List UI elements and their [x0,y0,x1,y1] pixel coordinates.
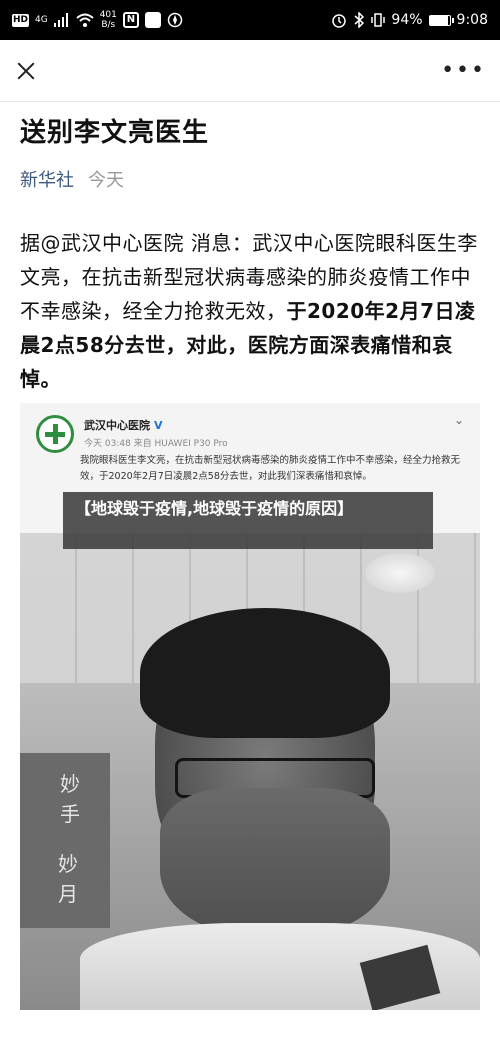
speed-value: 401 [99,10,117,20]
article-time: 今天 [88,170,124,191]
shield-icon [144,12,161,28]
close-button[interactable] [12,56,42,86]
post-account: 武汉中心医院 V [84,417,163,433]
battery-icon [428,14,454,26]
article-body: 据@武汉中心医院 消息：武汉中心医院眼科医生李文亮，在抗击新型冠状病毒感染的肺炎… [20,226,485,396]
wifi-icon [76,13,94,27]
battery-level-fill [429,15,449,25]
article-source[interactable]: 新华社 [20,166,74,192]
top-bar: ••• [0,40,500,102]
article-meta: 新华社 今天 [20,166,124,192]
clock: 9:08 [456,12,488,28]
banner-char: 妙 [58,852,78,876]
vibrate-icon [371,12,386,28]
article-title: 送别李文亮医生 [20,118,210,148]
ceiling-lamp [365,553,435,593]
post-time-device: 今天 03:48 来自 HUAWEI P30 Pro [84,439,228,449]
hospital-logo-icon [36,415,74,453]
hd-icon: HD [12,13,29,27]
battery-percent: 94% [391,12,423,28]
nfc-icon: N [122,12,139,28]
face-mask [160,788,390,938]
headline-overlay[interactable]: 【地球毁于疫情,地球毁于疫情的原因】 [63,492,433,549]
chevron-down-icon: ⌄ [453,413,464,427]
pennant-banner: 妙 手 妙 月 [20,753,110,928]
signal-icon [53,13,70,27]
speed-unit: B/s [101,20,116,30]
person-hair [140,608,390,738]
network-type: 4G [35,14,48,25]
post-text: 我院眼科医生李文亮，在抗击新型冠状病毒感染的肺炎疫情工作中不幸感染，经全力抢救无… [80,455,461,482]
bluetooth-icon [353,12,365,28]
status-bar: HD 4G 401 B/s N 94% 9:08 [0,0,500,40]
banner-char: 月 [58,882,78,906]
alarm-icon [331,12,347,28]
verified-badge: V [154,419,163,432]
banner-char: 妙 [60,772,80,796]
compass-icon [167,12,183,28]
more-options-button[interactable]: ••• [441,59,486,82]
banner-char: 手 [60,802,80,826]
post-account-name: 武汉中心医院 [84,419,150,432]
doctor-photo: 妙 手 妙 月 [20,533,480,1010]
network-speed: 401 B/s [100,10,117,30]
